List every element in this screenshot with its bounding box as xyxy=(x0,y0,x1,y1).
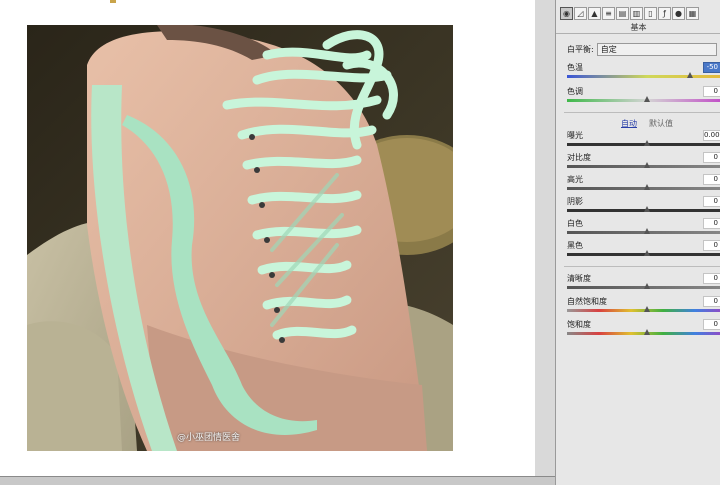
exposure-slider-thumb[interactable] xyxy=(643,140,651,148)
whites-row: 白色 0 xyxy=(567,218,720,240)
whites-slider-thumb[interactable] xyxy=(643,228,651,236)
vibrance-row: 自然饱和度 0 xyxy=(567,296,720,318)
auto-link[interactable]: 自动 xyxy=(621,118,637,129)
section-divider xyxy=(564,112,720,113)
saturation-value[interactable]: 0 xyxy=(703,319,720,330)
tint-slider-thumb[interactable] xyxy=(643,96,651,104)
camera-icon[interactable]: ● xyxy=(672,6,685,20)
image-canvas: @小巫团情医舍 xyxy=(0,0,535,476)
highlights-row: 高光 0 xyxy=(567,174,720,196)
status-strip xyxy=(0,476,555,485)
blacks-label: 黑色 xyxy=(567,241,583,250)
default-link[interactable]: 默认值 xyxy=(649,118,673,129)
vibrance-value[interactable]: 0 xyxy=(703,296,720,307)
shoe-photo: @小巫团情医舍 xyxy=(27,25,453,451)
contrast-slider-thumb[interactable] xyxy=(643,162,651,170)
blacks-slider-thumb[interactable] xyxy=(643,250,651,258)
whites-label: 白色 xyxy=(567,219,583,228)
aperture-icon[interactable]: ◉ xyxy=(560,6,573,20)
shadows-slider-thumb[interactable] xyxy=(643,206,651,214)
canvas-top-marker xyxy=(110,0,116,3)
temperature-row: 色温 -50 xyxy=(567,62,720,84)
shadows-value[interactable]: 0 xyxy=(703,196,720,207)
fx-icon[interactable]: ƒ xyxy=(658,6,671,20)
whites-value[interactable]: 0 xyxy=(703,218,720,229)
adjustment-panel: ◉ ◿ ▲ ≡ ▤ ▥ ▯ ƒ ● ▦ 基本 白平衡: 自定 色温 -50 色调… xyxy=(555,0,720,485)
blacks-row: 黑色 0 xyxy=(567,240,720,262)
contrast-row: 对比度 0 xyxy=(567,152,720,174)
white-balance-row: 白平衡: 自定 xyxy=(567,42,717,56)
detail-icon[interactable]: ≡ xyxy=(602,6,615,20)
clarity-label: 清晰度 xyxy=(567,274,591,283)
photo-watermark: @小巫团情医舍 xyxy=(177,433,241,443)
split-toning-icon[interactable]: ▥ xyxy=(630,6,643,20)
shadows-label: 阴影 xyxy=(567,197,583,206)
clarity-value[interactable]: 0 xyxy=(703,273,720,284)
blacks-value[interactable]: 0 xyxy=(703,240,720,251)
temperature-value[interactable]: -50 xyxy=(703,62,720,73)
presets-icon[interactable]: ▦ xyxy=(686,6,699,20)
shoe-photo-image xyxy=(27,25,453,451)
panel-tab-bar: ◉ ◿ ▲ ≡ ▤ ▥ ▯ ƒ ● ▦ xyxy=(556,4,720,22)
shadows-row: 阴影 0 xyxy=(567,196,720,218)
canvas-gutter xyxy=(535,0,555,485)
temperature-slider[interactable] xyxy=(567,75,720,78)
temperature-slider-thumb[interactable] xyxy=(686,72,694,80)
contrast-value[interactable]: 0 xyxy=(703,152,720,163)
highlights-label: 高光 xyxy=(567,175,583,184)
highlights-value[interactable]: 0 xyxy=(703,174,720,185)
clarity-slider-thumb[interactable] xyxy=(643,283,651,291)
saturation-row: 饱和度 0 xyxy=(567,319,720,341)
tint-value[interactable]: 0 xyxy=(703,86,720,97)
clarity-row: 清晰度 0 xyxy=(567,273,720,295)
exposure-label: 曝光 xyxy=(567,131,583,140)
contrast-label: 对比度 xyxy=(567,153,591,162)
tone-curve-icon[interactable]: ◿ xyxy=(574,6,587,20)
panel-title: 基本 xyxy=(556,22,720,34)
temperature-label: 色温 xyxy=(567,63,583,72)
vibrance-slider-thumb[interactable] xyxy=(643,306,651,314)
auto-default-row: 自动 默认值 xyxy=(621,118,673,129)
lens-icon[interactable]: ▯ xyxy=(644,6,657,20)
tint-row: 色调 0 xyxy=(567,86,720,108)
exposure-row: 曝光 0.00 xyxy=(567,130,720,152)
vibrance-label: 自然饱和度 xyxy=(567,297,607,306)
saturation-slider-thumb[interactable] xyxy=(643,329,651,337)
tint-label: 色调 xyxy=(567,87,583,96)
white-balance-label: 白平衡: xyxy=(567,44,594,54)
mountain-icon[interactable]: ▲ xyxy=(588,6,601,20)
exposure-value[interactable]: 0.00 xyxy=(703,130,720,141)
white-balance-select[interactable]: 自定 xyxy=(596,42,717,56)
hsl-icon[interactable]: ▤ xyxy=(616,6,629,20)
saturation-label: 饱和度 xyxy=(567,320,591,329)
section-divider xyxy=(564,266,720,267)
highlights-slider-thumb[interactable] xyxy=(643,184,651,192)
